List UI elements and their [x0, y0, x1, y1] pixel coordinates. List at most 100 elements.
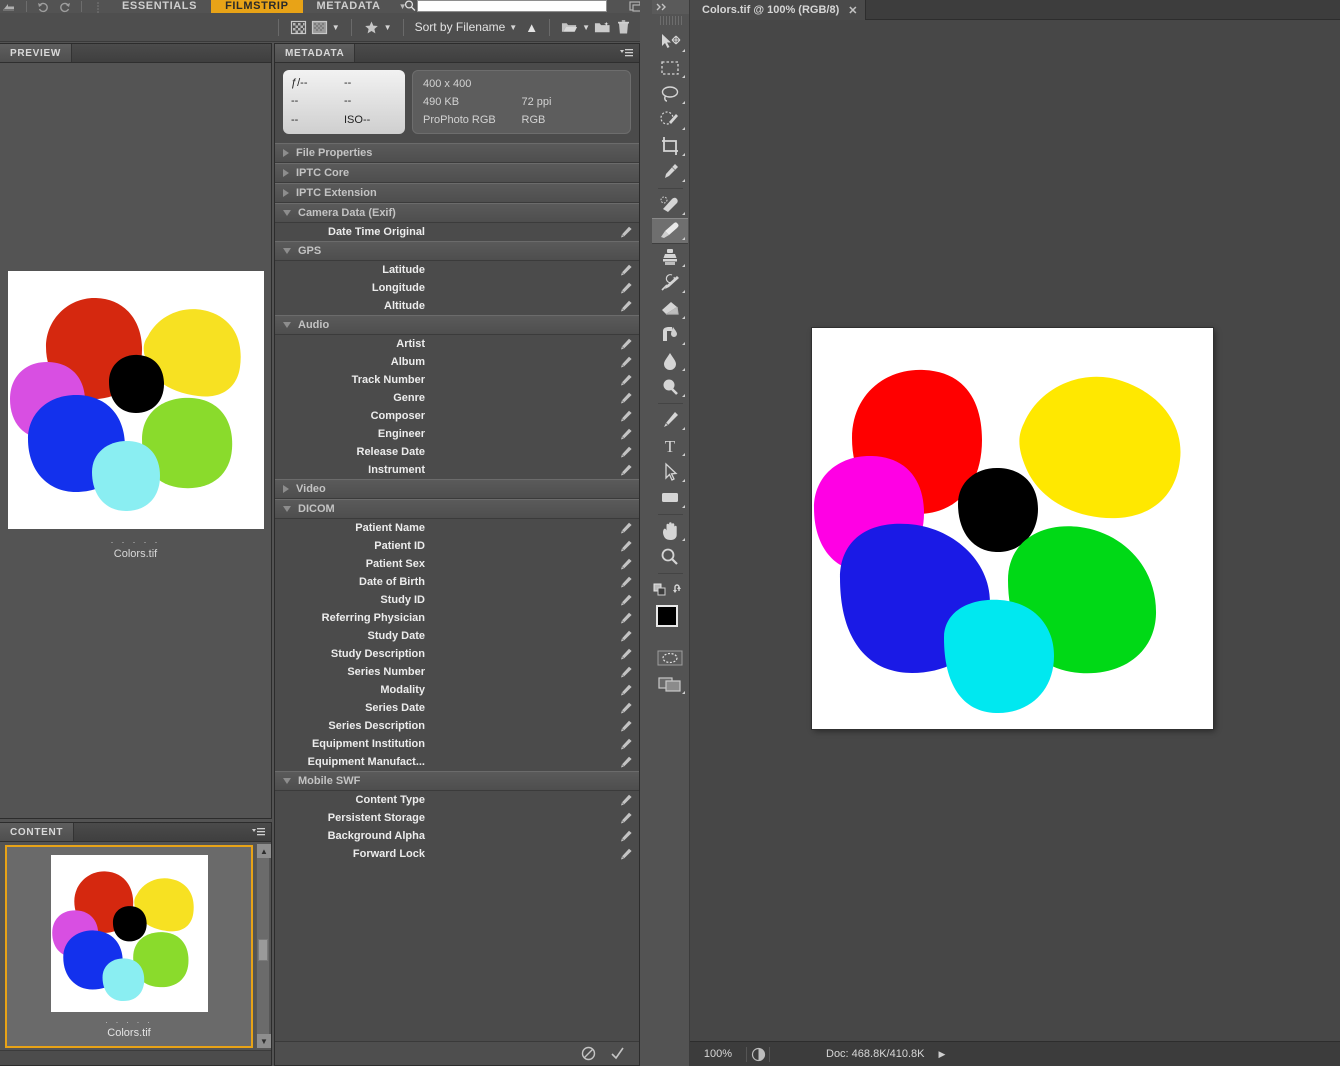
- pen-tool[interactable]: [652, 407, 688, 433]
- edit-pencil-icon[interactable]: [620, 410, 633, 422]
- document-tab[interactable]: Colors.tif @ 100% (RGB/8) ✕: [690, 0, 867, 20]
- edit-pencil-icon[interactable]: [620, 666, 633, 678]
- metadata-row[interactable]: Instrument: [275, 461, 639, 479]
- scrollbar-thumb[interactable]: [258, 939, 268, 961]
- zoom-tool[interactable]: [652, 544, 688, 570]
- proof-colors-icon[interactable]: [747, 1047, 769, 1062]
- move-tool[interactable]: [652, 29, 688, 55]
- metadata-row[interactable]: Composer: [275, 407, 639, 425]
- edit-pencil-icon[interactable]: [620, 594, 633, 606]
- edit-pencil-icon[interactable]: [620, 702, 633, 714]
- edit-pencil-icon[interactable]: [620, 794, 633, 806]
- crop-tool[interactable]: [652, 133, 688, 159]
- sort-direction-icon[interactable]: ▲: [525, 20, 538, 35]
- edit-pencil-icon[interactable]: [620, 576, 633, 588]
- metadata-row[interactable]: Track Number: [275, 371, 639, 389]
- delete-button[interactable]: [613, 16, 634, 38]
- edit-pencil-icon[interactable]: [620, 300, 633, 312]
- edit-pencil-icon[interactable]: [620, 558, 633, 570]
- metadata-row[interactable]: Latitude: [275, 261, 639, 279]
- chevron-right-icon[interactable]: [283, 485, 289, 493]
- metadata-section-header[interactable]: Video: [275, 479, 639, 499]
- edit-pencil-icon[interactable]: [620, 848, 633, 860]
- chevron-right-icon[interactable]: [283, 169, 289, 177]
- workspace-tab-metadata[interactable]: METADATA: [303, 0, 395, 13]
- metadata-row[interactable]: Date Time Original: [275, 223, 639, 241]
- metadata-row[interactable]: Study Date: [275, 627, 639, 645]
- eraser-tool[interactable]: [652, 296, 688, 322]
- metadata-row[interactable]: Modality: [275, 681, 639, 699]
- metadata-row[interactable]: Altitude: [275, 297, 639, 315]
- edit-pencil-icon[interactable]: [620, 812, 633, 824]
- metadata-row[interactable]: Study ID: [275, 591, 639, 609]
- scroll-up-icon[interactable]: ▲: [257, 844, 271, 858]
- metadata-section-header[interactable]: DICOM: [275, 499, 639, 519]
- metadata-row[interactable]: Series Description: [275, 717, 639, 735]
- healing-brush-tool[interactable]: [652, 192, 688, 218]
- preview-rating-dots[interactable]: . . . . .: [111, 535, 161, 546]
- gradient-tool[interactable]: [652, 322, 688, 348]
- edit-pencil-icon[interactable]: [620, 338, 633, 350]
- metadata-row[interactable]: Equipment Institution: [275, 735, 639, 753]
- preview-thumbnail[interactable]: [7, 271, 264, 529]
- workspace-tab-essentials[interactable]: ESSENTIALS: [108, 0, 211, 13]
- rectangle-shape-tool[interactable]: [652, 485, 688, 511]
- rotate-cw-icon[interactable]: [57, 1, 71, 13]
- hand-tool[interactable]: [652, 518, 688, 544]
- chevron-down-icon[interactable]: [283, 248, 291, 254]
- filter-rating-button[interactable]: [288, 16, 309, 38]
- blur-tool[interactable]: [652, 348, 688, 374]
- edit-pencil-icon[interactable]: [620, 446, 633, 458]
- edit-pencil-icon[interactable]: [620, 264, 633, 276]
- edit-pencil-icon[interactable]: [620, 684, 633, 696]
- content-list-item[interactable]: . . . . . Colors.tif: [5, 845, 253, 1048]
- toolbar-drag-handle[interactable]: [659, 16, 682, 25]
- edit-pencil-icon[interactable]: [620, 374, 633, 386]
- sort-dropdown[interactable]: Sort by Filename ▼ ▲: [413, 16, 541, 38]
- rotate-ccw-icon[interactable]: [37, 1, 51, 13]
- metadata-section-header[interactable]: Audio: [275, 315, 639, 335]
- edit-pencil-icon[interactable]: [620, 356, 633, 368]
- edit-pencil-icon[interactable]: [620, 830, 633, 842]
- edit-pencil-icon[interactable]: [620, 738, 633, 750]
- filter-label-button[interactable]: ▼: [309, 16, 342, 38]
- drag-handle-icon[interactable]: [92, 1, 106, 13]
- quick-mask-mode-button[interactable]: [652, 645, 688, 671]
- type-tool[interactable]: T: [652, 433, 688, 459]
- edit-pencil-icon[interactable]: [620, 464, 633, 476]
- metadata-row[interactable]: Forward Lock: [275, 845, 639, 863]
- dodge-tool[interactable]: [652, 374, 688, 400]
- star-rating-button[interactable]: ▼: [361, 16, 394, 38]
- chevron-right-icon[interactable]: [283, 189, 289, 197]
- document-canvas[interactable]: [812, 327, 1213, 729]
- edit-pencil-icon[interactable]: [620, 522, 633, 534]
- open-recent-button[interactable]: ▼: [559, 16, 592, 38]
- chevron-down-icon[interactable]: [283, 210, 291, 216]
- metadata-row[interactable]: Referring Physician: [275, 609, 639, 627]
- metadata-row[interactable]: Longitude: [275, 279, 639, 297]
- edit-pencil-icon[interactable]: [620, 720, 633, 732]
- clone-stamp-tool[interactable]: [652, 244, 688, 270]
- metadata-row[interactable]: Genre: [275, 389, 639, 407]
- metadata-row[interactable]: Background Alpha: [275, 827, 639, 845]
- expand-arrow-icon[interactable]: ▶: [938, 1049, 945, 1060]
- new-folder-button[interactable]: [592, 16, 613, 38]
- lasso-tool[interactable]: [652, 81, 688, 107]
- chevron-right-icon[interactable]: [283, 149, 289, 157]
- metadata-row[interactable]: Date of Birth: [275, 573, 639, 591]
- content-horizontal-scrollbar[interactable]: [0, 1050, 271, 1065]
- edit-pencil-icon[interactable]: [620, 226, 633, 238]
- metadata-row[interactable]: Series Date: [275, 699, 639, 717]
- metadata-section-header[interactable]: GPS: [275, 241, 639, 261]
- metadata-row[interactable]: Series Number: [275, 663, 639, 681]
- chevron-down-icon[interactable]: [283, 506, 291, 512]
- foreground-color-swatch[interactable]: [656, 605, 678, 627]
- metadata-row[interactable]: Patient Sex: [275, 555, 639, 573]
- metadata-section-header[interactable]: IPTC Core: [275, 163, 639, 183]
- history-brush-tool[interactable]: [652, 270, 688, 296]
- panel-menu-icon[interactable]: [620, 48, 633, 59]
- chevron-down-icon[interactable]: [283, 778, 291, 784]
- metadata-scroll-area[interactable]: ƒ/-- -- -- -- -- ISO-- 400 x 400 490 KB …: [275, 63, 639, 1041]
- chevron-down-icon[interactable]: [283, 322, 291, 328]
- default-colors-and-swap[interactable]: [652, 577, 688, 603]
